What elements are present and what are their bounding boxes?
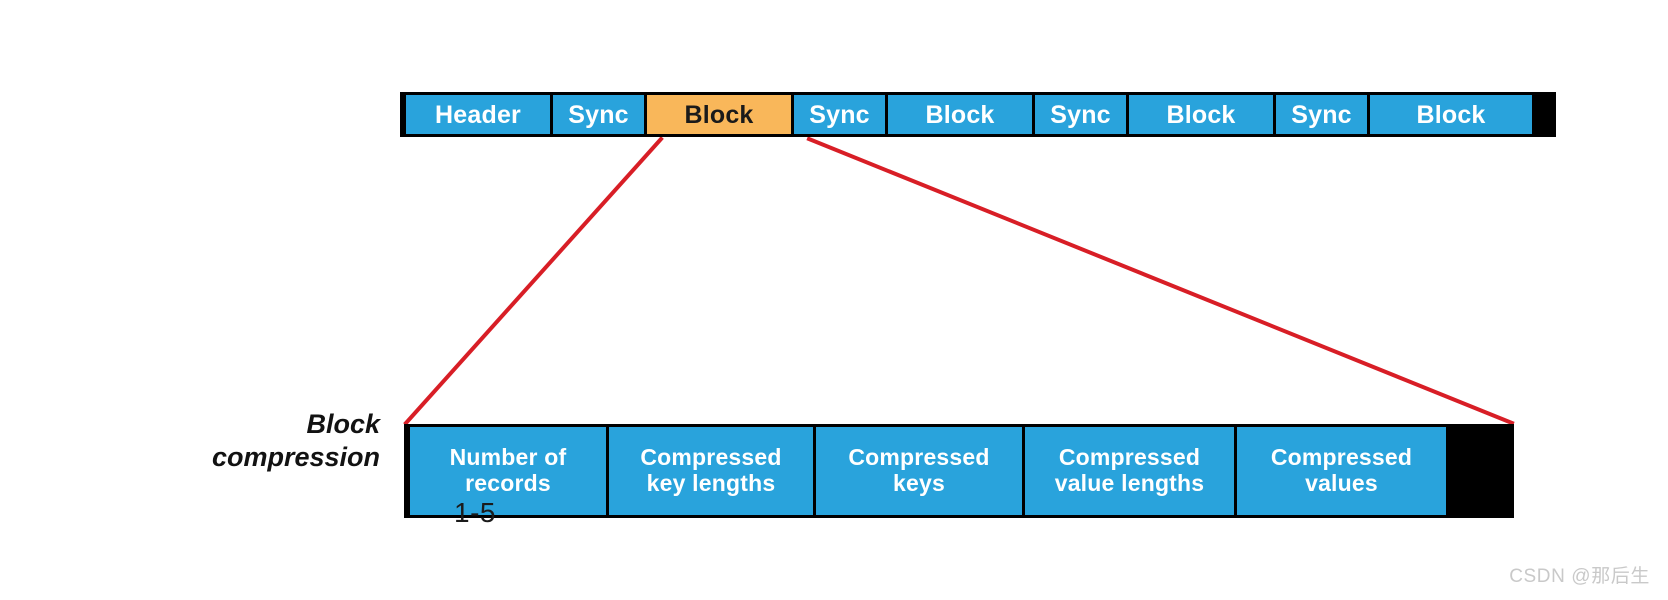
- block-cell-label-line1: Number of: [449, 444, 567, 471]
- csdn-watermark-text: CSDN @那后生: [1509, 566, 1650, 587]
- file-cell-label: Block: [684, 100, 754, 129]
- block-cell-label-line2: records: [465, 470, 551, 496]
- file-cell-sync-4[interactable]: Sync: [1273, 95, 1370, 134]
- file-cell-label: Header: [435, 100, 521, 129]
- file-cell-label: Sync: [1291, 100, 1352, 129]
- file-cell-sync-3[interactable]: Sync: [1032, 95, 1129, 134]
- block-cell-label-line1: Compressed: [1270, 444, 1413, 471]
- file-cell-label: Block: [925, 100, 995, 129]
- file-cell-label: Sync: [1050, 100, 1111, 129]
- file-cell-label: Block: [1416, 100, 1486, 129]
- block-cell-label: Compressed key lengths: [640, 444, 782, 497]
- file-cell-sync-2[interactable]: Sync: [791, 95, 888, 134]
- block-cell-label-line2: keys: [893, 470, 945, 496]
- file-cell-block-4[interactable]: Block: [1367, 95, 1535, 134]
- record-count-byte-range-label: 1-5: [420, 497, 530, 529]
- block-cell-label-line2: value lengths: [1054, 470, 1205, 496]
- block-compression-label: Block compression: [170, 408, 380, 474]
- file-cell-label: Sync: [809, 100, 870, 129]
- block-cell-label: Compressed value lengths: [1054, 444, 1205, 497]
- file-cell-header[interactable]: Header: [403, 95, 553, 134]
- leader-line-left: [403, 136, 664, 426]
- block-cell-label-line1: Compressed: [848, 444, 990, 471]
- block-cell-compressed-value-lengths[interactable]: Compressed value lengths: [1022, 427, 1237, 515]
- block-cell-compressed-values[interactable]: Compressed values: [1234, 427, 1449, 515]
- diagram-canvas: Header Sync Block Sync Block Sync Block …: [0, 0, 1668, 600]
- file-cell-block-2[interactable]: Block: [885, 95, 1035, 134]
- file-cell-sync-1[interactable]: Sync: [550, 95, 647, 134]
- file-cell-label: Sync: [568, 100, 629, 129]
- block-cell-label: Compressed values: [1270, 444, 1413, 497]
- block-cell-label: Compressed keys: [848, 444, 990, 497]
- block-compression-label-text: Block compression: [211, 409, 380, 472]
- block-cell-label-line1: Compressed: [1058, 444, 1201, 471]
- block-cell-label-line2: key lengths: [646, 470, 776, 496]
- block-cell-compressed-key-lengths[interactable]: Compressed key lengths: [606, 427, 816, 515]
- csdn-watermark: CSDN @那后生: [1509, 561, 1650, 588]
- block-cell-compressed-keys[interactable]: Compressed keys: [813, 427, 1025, 515]
- sequence-file-layout-bar: Header Sync Block Sync Block Sync Block …: [400, 92, 1556, 137]
- file-cell-block-1-highlighted[interactable]: Block: [644, 95, 794, 134]
- file-cell-label: Block: [1166, 100, 1236, 129]
- block-cell-label-line2: values: [1305, 470, 1378, 496]
- record-count-byte-range-text: 1-5: [454, 497, 496, 528]
- block-cell-label: Number of records: [449, 444, 567, 497]
- file-cell-block-3[interactable]: Block: [1126, 95, 1276, 134]
- block-cell-label-line1: Compressed: [640, 444, 782, 471]
- leader-line-right: [806, 136, 1515, 426]
- block-compression-layout-bar: Number of records Compressed key lengths…: [404, 424, 1514, 518]
